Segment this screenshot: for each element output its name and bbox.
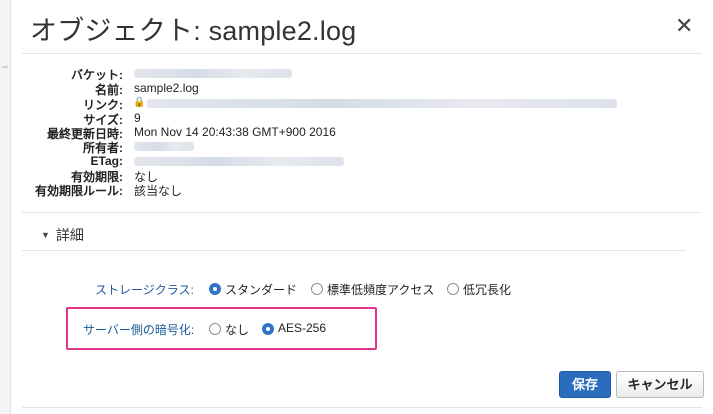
background-mark — [2, 66, 8, 68]
section-divider — [22, 212, 700, 213]
background-page-strip — [0, 0, 11, 414]
details-toggle-label: 詳細 — [55, 227, 84, 243]
details-divider — [22, 250, 686, 251]
redacted-value — [134, 157, 344, 166]
redacted-value — [134, 69, 292, 78]
encryption-label: サーバー側の暗号化: — [83, 323, 195, 337]
storage-class-label: ストレージクラス: — [95, 283, 194, 297]
lock-icon: 🔒 — [133, 97, 146, 108]
details-toggle[interactable]: ▼ 詳細 — [41, 225, 84, 245]
cancel-button[interactable]: キャンセル — [616, 371, 704, 398]
redacted-value — [134, 142, 194, 151]
radio-storage-reduced-redundancy[interactable] — [447, 283, 459, 295]
radio-storage-standard-ia[interactable] — [311, 283, 323, 295]
redacted-link[interactable] — [147, 99, 617, 108]
object-properties-modal: オブジェクト: sample2.log ✕ バケット: 名前: sample2.… — [11, 0, 713, 414]
storage-option-label[interactable]: 標準低頻度アクセス — [327, 281, 434, 298]
property-label: 有効期限ルール: — [35, 184, 123, 198]
storage-option-label[interactable]: スタンダード — [225, 281, 297, 298]
save-button[interactable]: 保存 — [559, 371, 611, 398]
property-value: Mon Nov 14 20:43:38 GMT+900 2016 — [134, 125, 336, 139]
property-value: 該当なし — [134, 184, 183, 198]
property-label: ETag: — [90, 154, 123, 168]
radio-encryption-aes256[interactable] — [262, 323, 274, 335]
storage-option-label[interactable]: 低冗長化 — [463, 281, 511, 298]
radio-storage-standard[interactable] — [209, 283, 221, 295]
property-value: sample2.log — [134, 81, 199, 95]
caret-down-icon: ▼ — [41, 230, 50, 240]
property-value: 9 — [134, 111, 141, 125]
footer-divider — [22, 407, 702, 408]
close-icon[interactable]: ✕ — [675, 12, 693, 40]
encryption-option-label[interactable]: なし — [225, 321, 249, 338]
title-divider — [22, 53, 702, 54]
radio-encryption-none[interactable] — [209, 323, 221, 335]
modal-title: オブジェクト: sample2.log — [30, 16, 357, 46]
encryption-option-label[interactable]: AES-256 — [278, 321, 326, 335]
